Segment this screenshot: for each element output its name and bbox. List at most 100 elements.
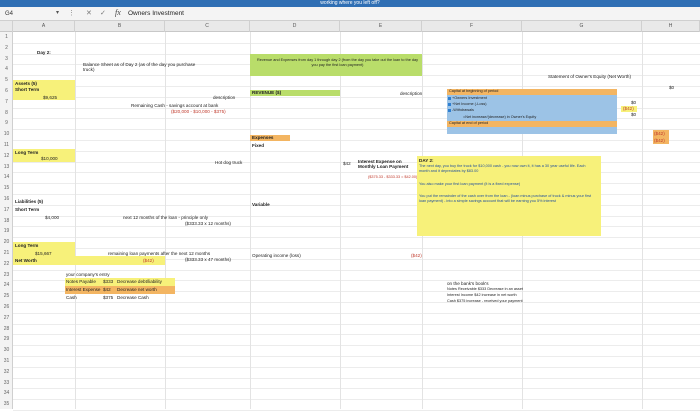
net-income-value[interactable]: ($42) xyxy=(623,106,634,111)
row-header-28[interactable]: 28 xyxy=(0,326,13,332)
row-header-32[interactable]: 32 xyxy=(0,369,13,375)
col-header-g[interactable]: G xyxy=(522,21,642,32)
short-term-assets-value[interactable]: $9,625 xyxy=(43,95,57,100)
more-icon: ⋮ xyxy=(68,10,75,17)
row-header-25[interactable]: 25 xyxy=(0,293,13,299)
row-header-35[interactable]: 35 xyxy=(0,401,13,407)
function-icon[interactable]: fx xyxy=(115,8,121,17)
chevron-down-icon[interactable]: ▾ xyxy=(56,9,59,16)
day2-notes-text3: You put the remainder of the cash over f… xyxy=(419,194,592,203)
bank-book-line2: Interest Income $42 increase in net wort… xyxy=(447,293,517,297)
col-header-d[interactable]: D xyxy=(250,21,340,32)
row-header-34[interactable]: 34 xyxy=(0,390,13,396)
expenses-label: Expenses xyxy=(252,135,274,140)
bullet-icon xyxy=(448,109,451,112)
grid-row-line xyxy=(13,356,700,357)
grid-row-line xyxy=(13,334,700,336)
grid-row-line xyxy=(13,399,700,401)
operating-income-label: Operating income (loss) xyxy=(252,253,301,258)
row-header-26[interactable]: 26 xyxy=(0,304,13,310)
row-header-7[interactable]: 7 xyxy=(0,99,13,105)
col-header-h[interactable]: H xyxy=(642,21,700,32)
entry-acct-2: Interest Expense xyxy=(66,287,101,292)
entry-amt-1: $333 xyxy=(103,279,114,284)
row-header-14[interactable]: 14 xyxy=(0,174,13,180)
operating-income-value[interactable]: ($42) xyxy=(411,253,422,258)
row-header-11[interactable]: 11 xyxy=(0,142,13,148)
row-header-23[interactable]: 23 xyxy=(0,272,13,278)
grid-row-line xyxy=(13,345,700,347)
withdrawals-value[interactable]: $0 xyxy=(631,112,636,117)
row-header-6[interactable]: 6 xyxy=(0,88,13,94)
entry-title: your company's entry xyxy=(66,272,110,277)
col-header-f[interactable]: F xyxy=(422,21,522,32)
window-title-bar: working where you left off? xyxy=(0,0,700,7)
row-header-10[interactable]: 10 xyxy=(0,131,13,137)
row-header-21[interactable]: 21 xyxy=(0,250,13,256)
row-header-19[interactable]: 19 xyxy=(0,228,13,234)
owner-investment-value[interactable]: $0 xyxy=(631,100,636,105)
net-change-value[interactable]: ($42) xyxy=(654,131,665,136)
grid-row-line xyxy=(13,312,700,314)
capital-begin-label: Capital at beginning of period xyxy=(449,89,499,93)
row-header-8[interactable]: 8 xyxy=(0,110,13,116)
bs-description-label: description xyxy=(213,95,236,100)
capital-end-label: Capital at end of period xyxy=(449,121,489,125)
interest-amount[interactable]: $42 xyxy=(343,161,351,166)
row-header-13[interactable]: 13 xyxy=(0,164,13,170)
row-header-3[interactable]: 3 xyxy=(0,56,13,62)
row-header-30[interactable]: 30 xyxy=(0,347,13,353)
formula-input[interactable]: Owners Investment xyxy=(128,10,184,17)
row-header-22[interactable]: 22 xyxy=(0,261,13,267)
entry-acct-1: Notes Payable xyxy=(66,279,96,284)
revenue-label: REVENUE ($) xyxy=(252,90,282,95)
row-header-31[interactable]: 31 xyxy=(0,358,13,364)
row-header-18[interactable]: 18 xyxy=(0,218,13,224)
corner-cell[interactable] xyxy=(0,21,13,32)
net-worth-value[interactable]: ($42) xyxy=(143,258,154,263)
col-header-c[interactable]: C xyxy=(165,21,250,32)
row-header-16[interactable]: 16 xyxy=(0,196,13,202)
row-header-15[interactable]: 15 xyxy=(0,185,13,191)
col-header-a[interactable]: A xyxy=(13,21,75,32)
interest-calc: ($375.33 - $333.33 = $42.00) xyxy=(368,175,418,179)
row-header-17[interactable]: 17 xyxy=(0,207,13,213)
row-header-12[interactable]: 12 xyxy=(0,153,13,159)
capital-begin-value[interactable]: $0 xyxy=(669,85,674,90)
row-header-29[interactable]: 29 xyxy=(0,336,13,342)
row-headers: 1 2 3 4 5 6 7 8 9 10 11 12 13 14 15 16 17 18 19 20 21 22 23 24 2… xyxy=(0,32,13,409)
col-header-b[interactable]: B xyxy=(75,21,165,32)
row-header-2[interactable]: 2 xyxy=(0,45,13,51)
grid-row-line xyxy=(13,302,700,303)
grid-row-line xyxy=(13,269,700,271)
cancel-icon[interactable]: ✕ xyxy=(86,9,92,17)
row-header-27[interactable]: 27 xyxy=(0,315,13,321)
confirm-icon[interactable]: ✓ xyxy=(100,9,106,17)
row-header-1[interactable]: 1 xyxy=(0,34,13,40)
long-term-assets-label: Long Term xyxy=(15,150,39,155)
day2-notes-text2: You also make your first loan payment (i… xyxy=(419,182,521,186)
row-header-5[interactable]: 5 xyxy=(0,77,13,83)
col-header-e[interactable]: E xyxy=(340,21,422,32)
day2-notes-text1: The next day, you buy the truck for $10,… xyxy=(419,164,586,173)
remaining-cash-label: Remaining Cash - savings account at bank xyxy=(131,103,219,108)
grid-row-line xyxy=(13,237,700,239)
capital-end-value[interactable]: ($42) xyxy=(654,138,665,143)
is-description-label: description xyxy=(400,91,423,96)
entry-amt-3: $375 xyxy=(103,295,114,300)
row-header-33[interactable]: 33 xyxy=(0,380,13,386)
long-term-assets-value[interactable]: $10,000 xyxy=(41,156,58,161)
row-header-20[interactable]: 20 xyxy=(0,239,13,245)
day2-label: Day 2: xyxy=(37,50,51,55)
short-term-liabilities-value[interactable]: $4,000 xyxy=(45,215,59,220)
row-header-24[interactable]: 24 xyxy=(0,282,13,288)
net-worth-label: Net Worth xyxy=(15,258,37,263)
row-header-4[interactable]: 4 xyxy=(0,66,13,72)
grid-row-line xyxy=(13,150,700,152)
name-box[interactable]: G4 xyxy=(2,9,52,19)
bank-book-line1: Notes Receivable $333 Decrease in an ass… xyxy=(447,287,523,291)
row-header-9[interactable]: 9 xyxy=(0,120,13,126)
withdrawals-label: -Withdrawals xyxy=(452,108,474,112)
bank-book-title: on the bank's book's xyxy=(447,281,489,286)
sheet-grid[interactable]: Day 2: Assets (5) Short Term $9,625 Long… xyxy=(13,32,700,411)
